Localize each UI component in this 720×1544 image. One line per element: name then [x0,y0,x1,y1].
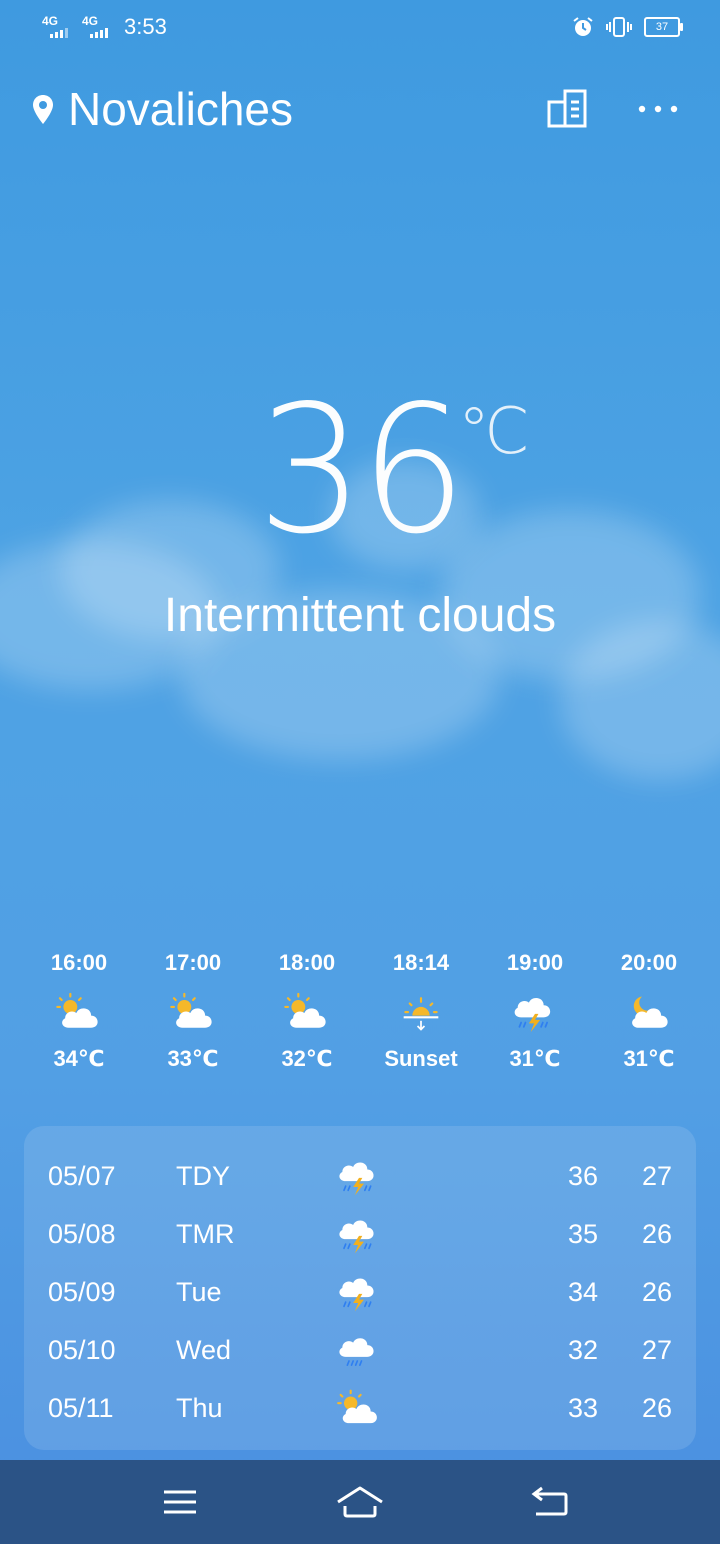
cellular-signal-icon: 4G [82,14,116,40]
thunderstorm-icon [509,991,561,1035]
hour-time: 16:00 [50,950,108,975]
hourly-item: 20:00 31℃ [592,950,706,1076]
forecast-day: Tue [176,1277,222,1307]
forecast-low: 27 [641,1335,672,1365]
forecast-date: 05/11 [48,1393,114,1423]
forecast-high: 33 [567,1393,598,1423]
forecast-day: TMR [176,1219,235,1249]
location-pin-icon [33,95,53,124]
forecast-day: Wed [176,1335,232,1365]
thunderstorm-icon [334,1152,384,1202]
hour-temp: 33℃ [167,1046,219,1071]
hourly-item: 17:00 33℃ [136,950,250,1076]
status-time: 3:53 [124,14,167,39]
partly-sunny-icon [167,991,219,1035]
navigation-bar [0,1460,720,1544]
vibrate-icon [606,17,632,37]
cellular-signal-icon: 4G [42,14,76,40]
current-temperature: 36 ℃ [0,367,720,573]
hour-temp: 31℃ [509,1046,561,1071]
sunset-icon [395,991,447,1035]
forecast-date: 05/09 [48,1277,116,1307]
battery-level: 37 [655,21,669,33]
daily-row[interactable]: 05/10 Wed 32 27 [24,1322,696,1380]
location-header: Novaliches [0,78,720,142]
rain-icon [334,1326,384,1376]
hourly-item: 19:00 31℃ [478,950,592,1076]
hour-temp: 32℃ [281,1046,333,1071]
daily-row[interactable]: 05/11 Thu 33 26 [24,1380,696,1438]
daily-row[interactable]: 05/09 Tue 34 26 [24,1264,696,1322]
forecast-low: 26 [641,1393,672,1423]
hourly-item: 18:00 32℃ [250,950,364,1076]
forecast-high: 32 [567,1335,598,1365]
daily-row[interactable]: 05/08 TMR 35 26 [24,1206,696,1264]
daily-row[interactable]: 05/07 TDY 36 27 [24,1148,696,1206]
menu-icon[interactable] [150,1480,210,1524]
hour-temp: Sunset [384,1046,458,1071]
partly-sunny-icon [281,991,333,1035]
more-options-button[interactable] [630,88,686,130]
city-manager-button[interactable] [546,88,590,130]
forecast-low: 26 [641,1219,672,1249]
forecast-day: Thu [176,1393,223,1423]
hourly-forecast[interactable]: 16:00 34℃ 17:00 33℃ 18:00 32℃ 18:14 Suns… [22,950,706,1076]
back-icon[interactable] [520,1480,580,1524]
forecast-low: 27 [641,1161,672,1191]
status-bar: 4G 4G 3:53 37 [0,0,720,56]
forecast-low: 26 [641,1277,672,1307]
temperature-unit: ℃ [458,395,530,467]
city-name[interactable]: Novaliches [68,82,293,136]
forecast-high: 36 [567,1161,598,1191]
hour-temp: 31℃ [623,1046,675,1071]
hour-time: 17:00 [164,950,222,975]
partly-cloudy-night-icon [623,991,675,1035]
daily-forecast[interactable]: 05/07 TDY 36 27 05/08 TMR 35 26 05/09 Tu… [24,1126,696,1450]
forecast-date: 05/10 [48,1335,116,1365]
hour-time: 18:00 [278,950,336,975]
alarm-icon [573,17,593,36]
hourly-item: 16:00 34℃ [22,950,136,1076]
hour-time: 19:00 [506,950,564,975]
forecast-date: 05/07 [48,1161,116,1191]
thunderstorm-icon [334,1210,384,1260]
forecast-day: TDY [176,1161,230,1191]
forecast-high: 34 [567,1277,598,1307]
hour-temp: 34℃ [53,1046,105,1071]
thunderstorm-icon [334,1268,384,1318]
hourly-item: 18:14 Sunset [364,950,478,1076]
forecast-high: 35 [567,1219,598,1249]
partly-sunny-icon [334,1384,384,1434]
partly-sunny-icon [53,991,105,1035]
forecast-date: 05/08 [48,1219,116,1249]
temperature-value: 36 [257,367,467,573]
weather-condition: Intermittent clouds [163,589,557,642]
home-icon[interactable] [330,1480,390,1524]
battery-icon: 37 [644,17,683,37]
hour-time: 18:14 [392,950,450,975]
hour-time: 20:00 [620,950,678,975]
